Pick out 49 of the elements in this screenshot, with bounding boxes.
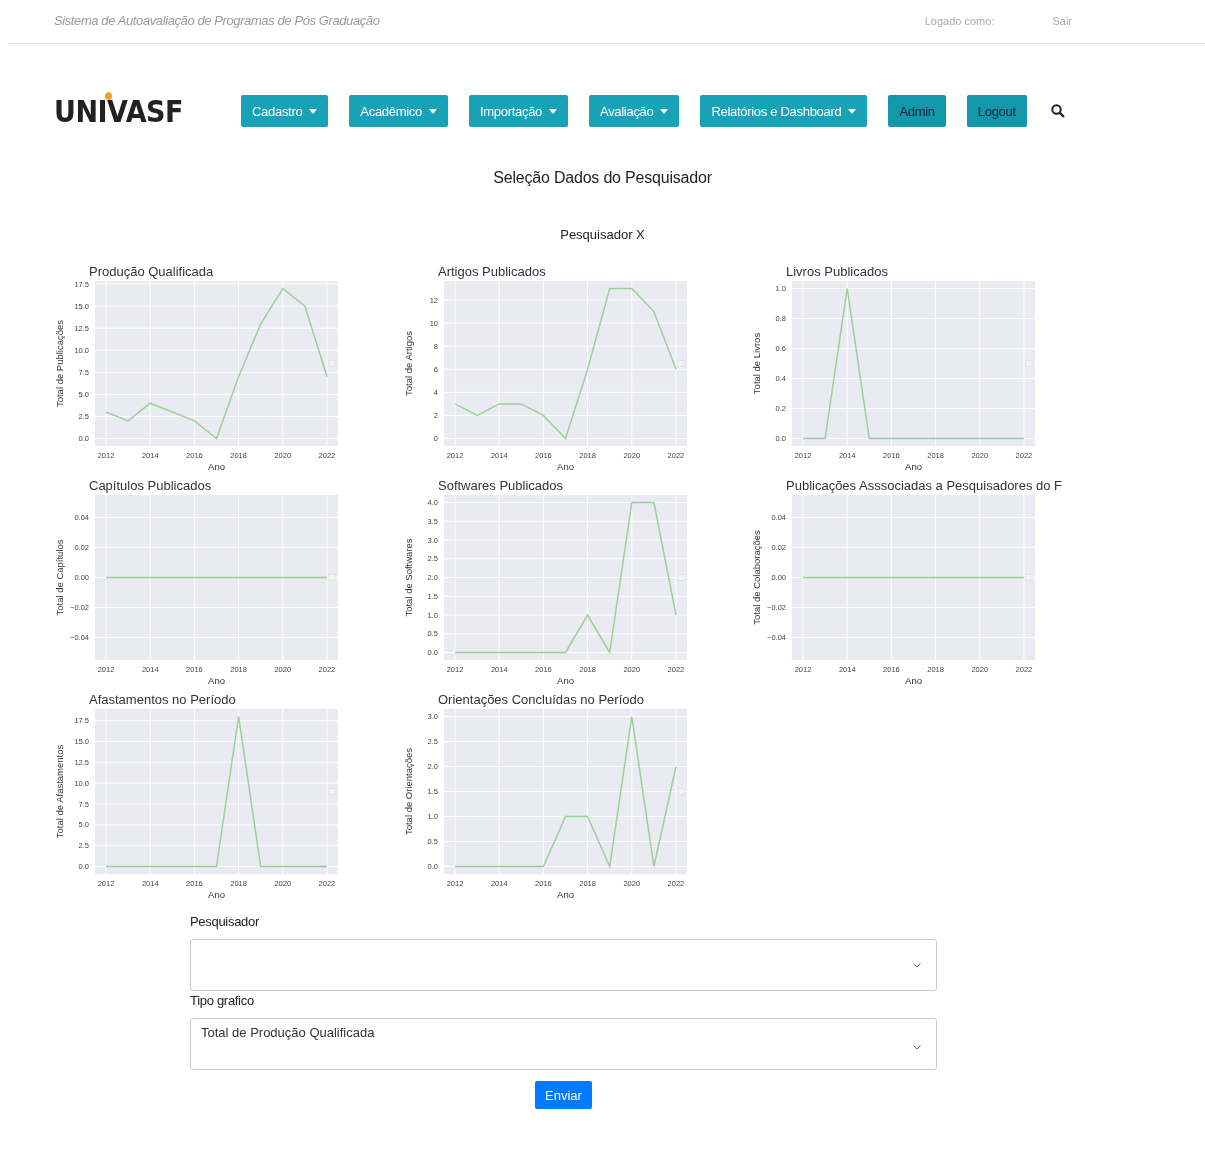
logo: UNIVASF	[54, 93, 241, 129]
nav-dropdown-button[interactable]: Relatórios e Dashboard	[700, 95, 868, 127]
caret-icon	[549, 108, 557, 114]
chart-title: Capítulos Publicados	[89, 478, 212, 493]
nav-dropdown-button[interactable]: Avaliação	[589, 95, 680, 127]
caret-icon	[428, 108, 437, 114]
field-label: Pesquisador	[190, 914, 260, 931]
y-axis-label: Total de Orientações	[402, 747, 414, 836]
y-axis-label: Total de Softwares	[402, 538, 414, 617]
y-axis-label: Total de Livros	[751, 332, 762, 395]
x-axis-label: Ano	[905, 675, 922, 686]
chart-title: Publicações Asssociadas a Pesquisadores do F	[786, 478, 1063, 493]
x-axis-label: Ano	[556, 461, 574, 472]
nav-dropdown-button[interactable]: Importação	[468, 95, 568, 127]
chart-title: Softwares Publicados	[437, 478, 563, 493]
chart-title: Produção Qualificada	[89, 264, 214, 279]
page-title: Seleção Dados do Pesquisador	[492, 169, 713, 187]
x-axis-label: Ano	[208, 889, 225, 900]
submit-button[interactable]: Enviar	[535, 1081, 592, 1109]
caret-icon	[848, 108, 857, 114]
researcher-name: Pesquisador X	[559, 227, 646, 242]
chevron-down-icon	[913, 962, 921, 968]
chart-title: Livros Publicados	[786, 264, 888, 279]
chevron-down-icon	[913, 1045, 921, 1050]
logout-link[interactable]: Sair	[1052, 14, 1072, 27]
x-axis-label: Ano	[208, 461, 225, 472]
y-axis-label: Total de Publicações	[54, 319, 65, 408]
y-axis-label: Total de Artigos	[402, 331, 414, 396]
chart-type-select[interactable]: Total de Produção Qualificada	[190, 1018, 937, 1070]
nav-dropdown-button[interactable]: Acadêmico	[349, 95, 448, 127]
y-axis-label: Total de Capítulos	[54, 539, 65, 616]
logged-as-label: Logado como:	[924, 14, 995, 27]
nav-button[interactable]: Admin	[888, 95, 946, 127]
x-axis-label: Ano	[556, 675, 574, 686]
caret-icon	[660, 108, 669, 114]
x-axis-label: Ano	[905, 461, 922, 472]
system-name: Sistema de Autoavaliação de Programas de Pós Graduação	[54, 13, 380, 28]
search-icon[interactable]	[1050, 104, 1065, 118]
y-axis-label: Total de Afastamentos	[54, 744, 65, 839]
x-axis-label: Ano	[208, 675, 225, 686]
nav-button[interactable]: Logout	[966, 95, 1027, 127]
chart-title: Orientações Concluídas no Período	[437, 692, 644, 707]
chart-title: Artigos Publicados	[437, 264, 546, 279]
chart-title: Afastamentos no Período	[89, 692, 236, 707]
y-axis-label: Total de Colaborações	[751, 530, 762, 625]
field-label: Tipo grafico	[190, 993, 255, 1010]
caret-icon	[309, 108, 318, 114]
x-axis-label: Ano	[556, 889, 574, 900]
nav-dropdown-button[interactable]: Cadastro	[241, 95, 329, 127]
